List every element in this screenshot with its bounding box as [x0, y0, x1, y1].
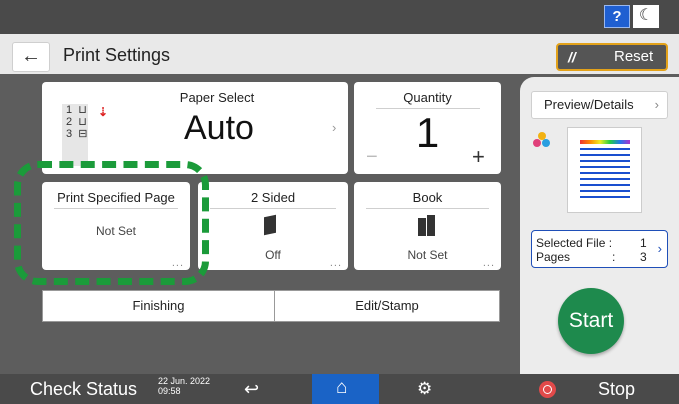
- home-button[interactable]: ⌂: [312, 374, 379, 404]
- reset-label: Reset: [614, 48, 654, 65]
- paper-select-label: Paper Select: [179, 90, 255, 105]
- book-value: Not Set: [407, 248, 448, 262]
- chevron-right-icon: ›: [654, 97, 659, 112]
- book-tile[interactable]: Book Not Set ...: [354, 182, 501, 270]
- selected-file-value: 1: [640, 236, 647, 250]
- quantity-label: Quantity: [403, 90, 452, 105]
- undo-icon[interactable]: ↩: [244, 374, 259, 404]
- preview-thumbnail: [567, 127, 642, 213]
- top-bar: [0, 0, 679, 34]
- two-sided-separator: [210, 208, 336, 209]
- pages-colon: :: [612, 250, 616, 264]
- duplex-icon: [264, 214, 276, 236]
- home-icon: ⌂: [336, 377, 348, 398]
- preview-details-label: Preview/Details: [544, 97, 634, 112]
- more-icon: ...: [482, 257, 495, 269]
- pages-label: Pages: [536, 250, 571, 264]
- check-status-button[interactable]: Check Status: [30, 374, 137, 404]
- chevron-right-icon: ›: [657, 241, 662, 256]
- book-label: Book: [412, 190, 443, 205]
- highlight-frame: [14, 161, 209, 285]
- finishing-button[interactable]: Finishing: [42, 290, 275, 322]
- date-time: 22 Jun. 2022 09:58: [158, 376, 210, 396]
- back-button[interactable]: ←: [12, 42, 50, 72]
- quantity-tile[interactable]: Quantity 1 − +: [354, 82, 501, 174]
- date-text: 22 Jun. 2022: [158, 376, 211, 386]
- more-icon: ...: [329, 257, 342, 269]
- start-button[interactable]: Start: [558, 288, 624, 354]
- book-icon: [418, 215, 436, 237]
- gear-icon[interactable]: ⚙: [417, 374, 432, 404]
- plus-icon[interactable]: +: [472, 144, 485, 170]
- chevron-right-icon: ›: [332, 120, 337, 135]
- book-separator: [366, 208, 489, 209]
- help-button[interactable]: ?: [604, 5, 630, 28]
- moon-icon[interactable]: ☾: [633, 5, 659, 28]
- two-sided-label: 2 Sided: [250, 190, 296, 205]
- arrow-left-icon: ←: [21, 45, 41, 67]
- selected-file-info[interactable]: Selected File : 1 Pages : 3 ›: [531, 230, 668, 268]
- reset-button[interactable]: // Reset: [556, 43, 668, 71]
- two-sided-value: Off: [265, 248, 281, 262]
- selected-file-label: Selected File :: [536, 236, 613, 250]
- reset-icon: //: [568, 49, 576, 65]
- pages-value: 3: [640, 250, 647, 264]
- tray-icon: 1 ⊔ 2 ⊔ 3 ⊟ ⇣: [62, 104, 110, 166]
- edit-stamp-button[interactable]: Edit/Stamp: [274, 290, 500, 322]
- stop-icon: [539, 381, 556, 398]
- color-mode-icon: [532, 132, 552, 150]
- preview-details-button[interactable]: Preview/Details ›: [531, 91, 668, 119]
- two-sided-tile[interactable]: 2 Sided Off ...: [198, 182, 348, 270]
- time-text: 09:58: [158, 386, 181, 396]
- page-title: Print Settings: [63, 45, 171, 65]
- minus-icon[interactable]: −: [366, 146, 378, 169]
- stop-button[interactable]: Stop: [598, 374, 635, 404]
- paper-select-value: Auto: [184, 109, 254, 147]
